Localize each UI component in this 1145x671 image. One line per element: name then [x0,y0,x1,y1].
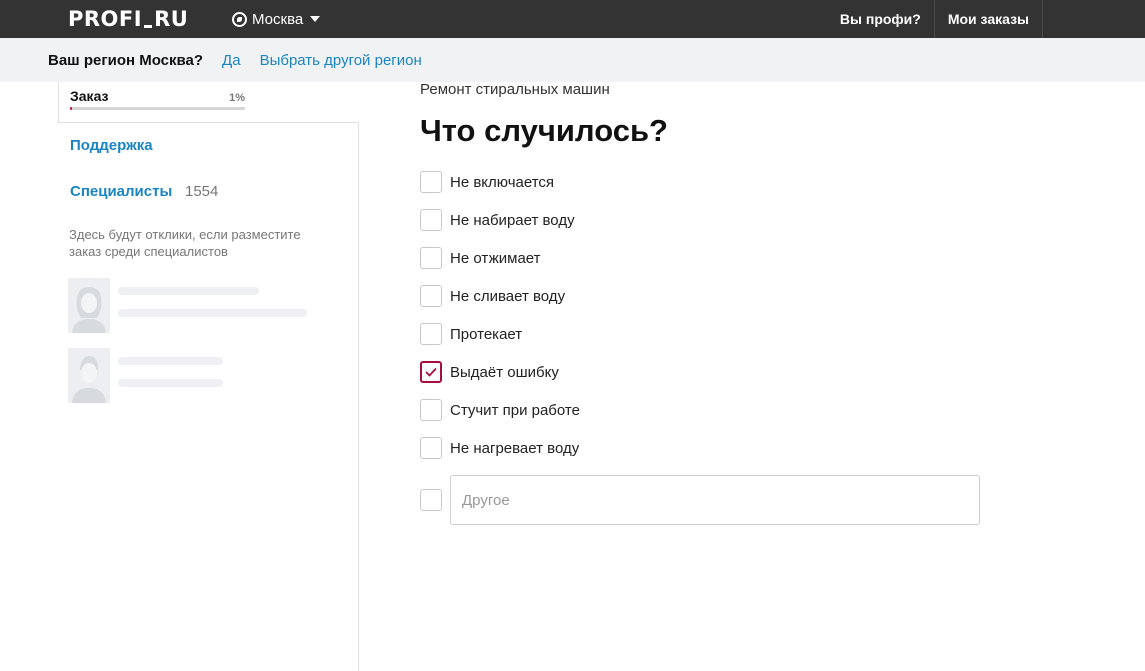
option-label: Не отжимает [450,249,541,267]
option-checkbox[interactable] [420,399,442,421]
sidebar-support-link[interactable]: Поддержка [70,137,153,154]
option-label: Протекает [450,325,523,343]
option-checkbox[interactable] [420,437,442,459]
order-percent: 1% [229,92,245,104]
order-progress-panel: Заказ 1% [58,82,359,123]
other-option-checkbox[interactable] [420,489,442,511]
problem-option[interactable]: Не отжимает [420,247,541,269]
problem-option[interactable]: Стучит при работе [420,399,580,421]
page-title: Что случилось? [420,113,668,148]
region-yes-link[interactable]: Да [222,52,241,69]
other-option-input[interactable] [450,475,980,525]
skeleton-line [118,379,223,387]
logo-text-left: PROFI [68,7,143,31]
skeleton-line [118,309,307,317]
order-progress-fill [70,107,72,110]
option-checkbox[interactable] [420,247,442,269]
option-label: Не нагревает воду [450,439,580,457]
city-label: Москва [252,10,304,28]
problem-option[interactable]: Не сливает воду [420,285,565,307]
problem-option[interactable]: Не набирает воду [420,209,575,231]
header-nav: Вы профи? Мои заказы [827,0,1043,38]
caret-down-icon [310,16,321,22]
sidebar-specialists-link[interactable]: Специалисты [70,183,172,200]
option-label: Не включается [450,173,555,191]
option-label: Не сливает воду [450,287,566,305]
checkmark-icon [425,367,437,377]
service-name: Ремонт стиральных машин [420,81,610,98]
option-checkbox[interactable] [420,323,442,345]
avatar-placeholder-female-icon [68,278,110,333]
region-question: Ваш регион Москва? [48,51,204,69]
order-progress-bar [70,107,245,110]
option-checkbox[interactable] [420,171,442,193]
logo-text-right: RU [154,7,189,31]
option-label: Не набирает воду [450,211,575,229]
profi-logo[interactable]: PROFI RU [68,7,188,31]
option-checkbox[interactable] [420,209,442,231]
region-choose-other-link[interactable]: Выбрать другой регион [260,52,422,69]
skeleton-line [118,287,259,295]
skeleton-line [118,357,223,365]
logo-dot [144,24,153,28]
problem-option[interactable]: Не нагревает воду [420,437,579,459]
option-label: Стучит при работе [450,401,580,419]
top-bar: PROFI RU Москва Вы профи? Мои заказы [0,0,1145,38]
option-checkbox[interactable] [420,361,442,383]
problem-option[interactable]: Протекает [420,323,522,345]
avatar-placeholder-male-icon [68,348,110,403]
responses-hint: Здесь будут отклики, если разместите зак… [69,227,301,259]
globe-icon [232,11,247,27]
problem-option[interactable]: Не включается [420,171,554,193]
option-checkbox[interactable] [420,285,442,307]
specialists-count: 1554 [185,183,219,200]
nav-my-orders[interactable]: Мои заказы [933,0,1043,38]
problem-option[interactable]: Выдаёт ошибку [420,361,559,383]
nav-are-you-pro[interactable]: Вы профи? [827,0,934,38]
option-label: Выдаёт ошибку [450,363,559,381]
sidebar-divider [358,123,359,671]
order-label: Заказ [70,88,109,104]
region-bar: Ваш регион Москва? Да Выбрать другой рег… [0,38,1145,82]
city-selector[interactable]: Москва [232,0,321,38]
